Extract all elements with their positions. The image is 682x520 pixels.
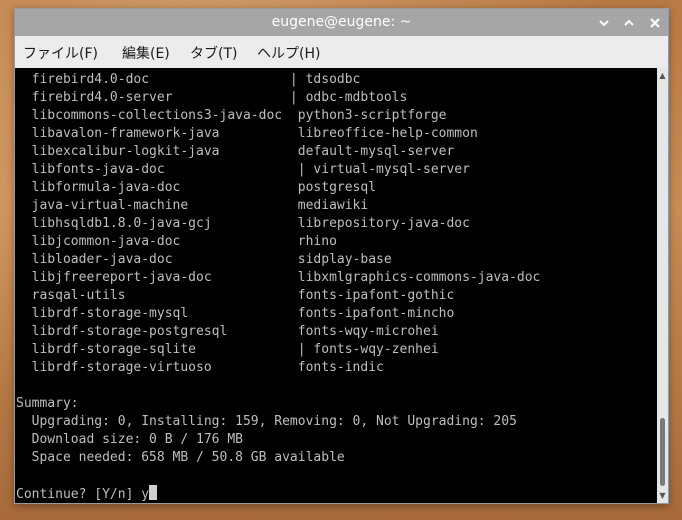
chevron-down-icon bbox=[599, 20, 609, 27]
scroll-up-icon[interactable]: ▲ bbox=[657, 70, 668, 81]
chevron-up-icon bbox=[624, 19, 634, 26]
terminal-line: Summary: bbox=[16, 396, 79, 411]
terminal-line: librdf-storage-mysql fonts-ipafont-minch… bbox=[16, 306, 455, 321]
terminal-line: libavalon-framework-java libreoffice-hel… bbox=[16, 126, 478, 141]
prompt-line[interactable]: Continue? [Y/n] y bbox=[16, 485, 540, 503]
terminal-line: libloader-java-doc sidplay-base bbox=[16, 252, 392, 267]
terminal-line: libexcalibur-logkit-java default-mysql-s… bbox=[16, 144, 455, 159]
scrollbar-thumb[interactable] bbox=[660, 418, 665, 486]
vertical-scrollbar[interactable]: ▲ ▼ bbox=[657, 68, 668, 503]
close-button[interactable] bbox=[645, 13, 665, 33]
maximize-button[interactable] bbox=[619, 13, 639, 33]
terminal-line: libcommons-collections3-java-doc python3… bbox=[16, 108, 447, 123]
terminal-line: firebird4.0-server | odbc-mdbtools bbox=[16, 90, 408, 105]
title-bar[interactable]: eugene@eugene: ~ bbox=[15, 9, 668, 36]
menu-file[interactable]: ファイル(F) bbox=[23, 43, 98, 63]
menu-bar: ファイル(F) 編集(E) タブ(T) ヘルプ(H) bbox=[15, 36, 668, 68]
terminal-line: Upgrading: 0, Installing: 159, Removing:… bbox=[16, 414, 517, 429]
terminal-line: java-virtual-machine mediawiki bbox=[16, 198, 369, 213]
terminal-line: rasqal-utils fonts-ipafont-gothic bbox=[16, 288, 455, 303]
terminal-line: librdf-storage-postgresql fonts-wqy-micr… bbox=[16, 324, 439, 339]
terminal-line: libfonts-java-doc | virtual-mysql-server bbox=[16, 162, 470, 177]
terminal-lines: firebird4.0-doc | tdsodbc firebird4.0-se… bbox=[16, 71, 540, 503]
terminal-line: libformula-java-doc postgresql bbox=[16, 180, 377, 195]
terminal-output[interactable]: firebird4.0-doc | tdsodbc firebird4.0-se… bbox=[15, 68, 657, 503]
terminal-line: firebird4.0-doc | tdsodbc bbox=[16, 72, 361, 87]
menu-help[interactable]: ヘルプ(H) bbox=[257, 43, 320, 63]
terminal-window: eugene@eugene: ~ ファイル(F) 編集(E) タブ(T) ヘルプ… bbox=[14, 8, 669, 504]
text-cursor bbox=[149, 485, 158, 500]
terminal-line: libjfreereport-java-doc libxmlgraphics-c… bbox=[16, 270, 541, 285]
terminal-line: libhsqldb1.8.0-java-gcj librepository-ja… bbox=[16, 216, 470, 231]
terminal-line: librdf-storage-virtuoso fonts-indic bbox=[16, 360, 384, 375]
scroll-down-icon[interactable]: ▼ bbox=[657, 490, 668, 501]
menu-edit[interactable]: 編集(E) bbox=[122, 43, 170, 63]
menu-tabs[interactable]: タブ(T) bbox=[190, 43, 237, 63]
terminal-line: librdf-storage-sqlite | fonts-wqy-zenhei bbox=[16, 342, 439, 357]
terminal-line: Space needed: 658 MB / 50.8 GB available bbox=[16, 450, 345, 465]
terminal-line: libjcommon-java-doc rhino bbox=[16, 234, 337, 249]
terminal-line: Download size: 0 B / 176 MB bbox=[16, 432, 243, 447]
minimize-button[interactable] bbox=[594, 13, 614, 33]
window-title: eugene@eugene: ~ bbox=[271, 14, 412, 30]
close-icon bbox=[650, 18, 660, 28]
prompt-text: Continue? [Y/n] y bbox=[16, 487, 150, 502]
